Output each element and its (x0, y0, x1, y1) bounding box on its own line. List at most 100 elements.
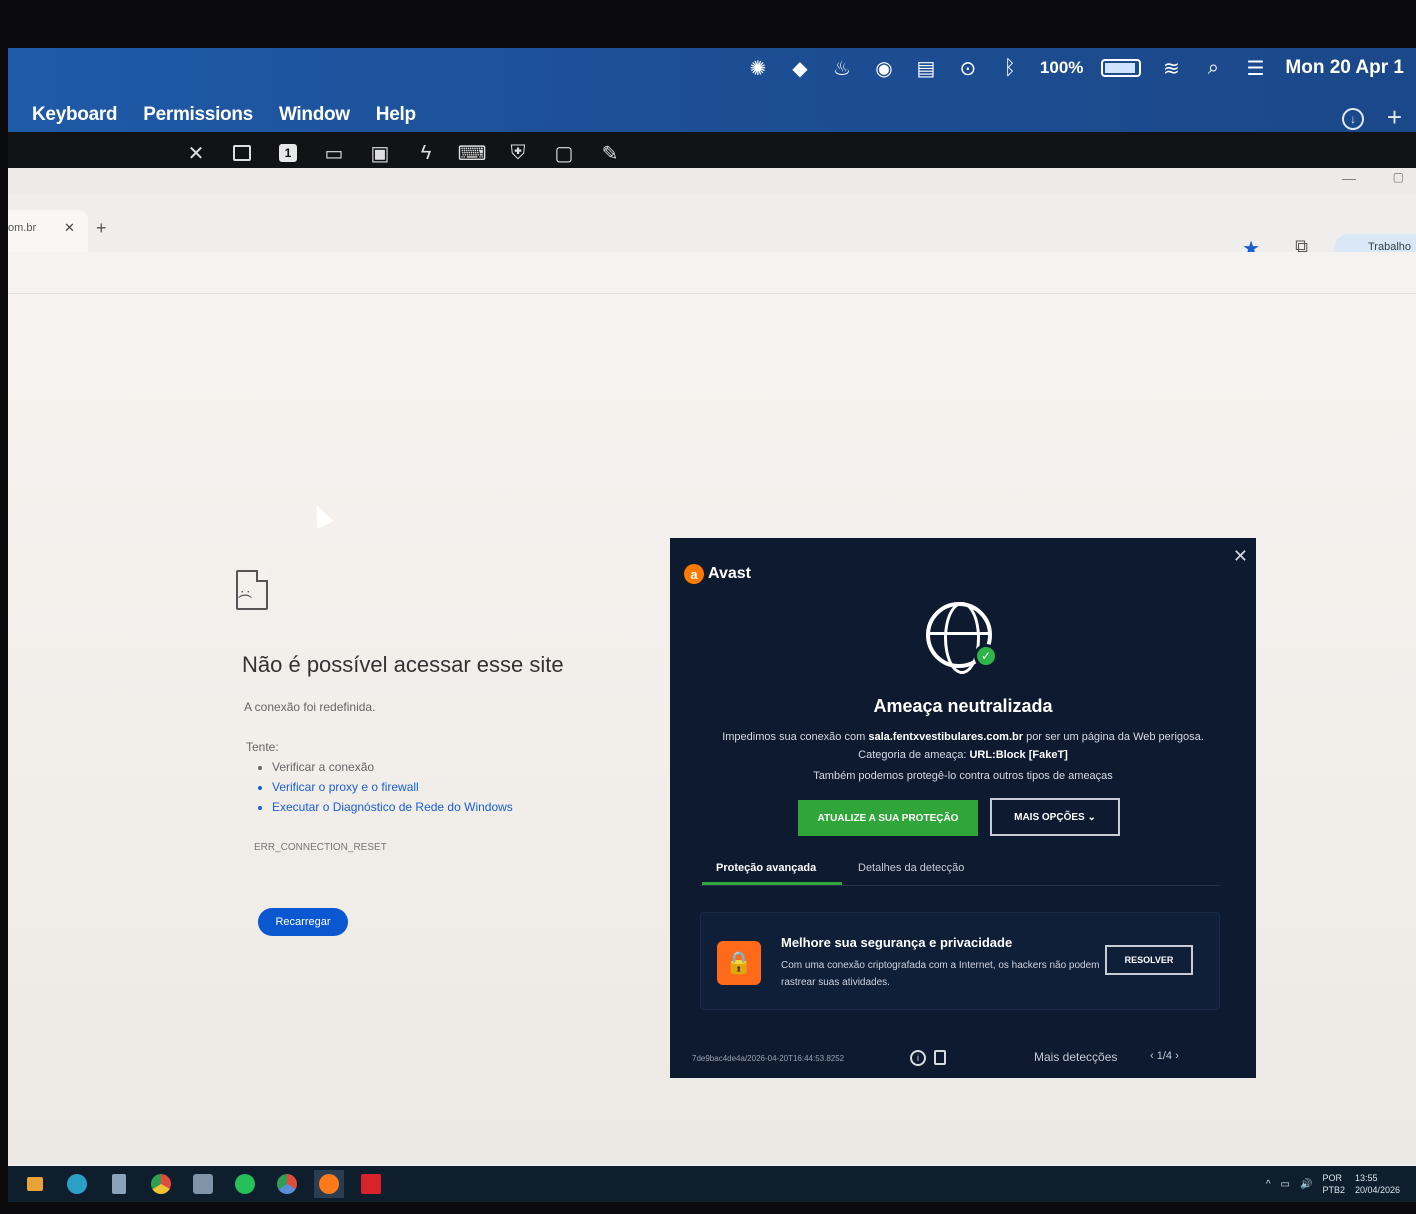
sad-file-icon: :( (236, 570, 268, 610)
pager-value: 1/4 (1156, 1050, 1173, 1062)
download-icon[interactable]: ↓ (1342, 108, 1364, 130)
taskbar-apps (20, 1170, 386, 1198)
battery-icon[interactable] (1101, 59, 1142, 77)
info-icon[interactable]: i (910, 1050, 926, 1066)
sparkle-icon[interactable]: ✺ (746, 56, 770, 80)
tab-detection-details[interactable]: Detalhes da detecção (858, 862, 964, 874)
lang-bottom: PTB2 (1322, 1185, 1345, 1195)
threat-title: Ameaça neutralizada (873, 696, 1053, 716)
lightning-icon[interactable]: ϟ (413, 140, 439, 166)
red-app-icon[interactable] (356, 1170, 386, 1198)
suggestion-list: Verificar a conexão Verificar o proxy e … (272, 760, 513, 820)
search-icon[interactable]: ⌕ (1201, 56, 1225, 80)
mouse-cursor-icon (308, 501, 334, 529)
windows-screen: — ▢ om.br ✕ + ★ ⧉ Trabalho :( Não é poss… (8, 168, 1416, 1166)
resolve-button[interactable]: RESOLVER (1105, 945, 1193, 975)
avast-footer: 7de9bac4de4a/2026-04-20T16:44:53.8252 i … (692, 1050, 1232, 1070)
edge-icon[interactable] (62, 1170, 92, 1198)
maximize-icon[interactable]: ▢ (1393, 170, 1404, 184)
close-icon[interactable]: ✕ (1233, 546, 1248, 567)
battery-percent: 100% (1039, 58, 1084, 77)
tray-arrow-icon[interactable]: ^ (1266, 1179, 1271, 1190)
address-bar-area (8, 252, 1416, 294)
pen-icon[interactable]: ✎ (597, 140, 623, 166)
mac-menu: Keyboard Permissions Window Help (32, 104, 416, 126)
avast-taskbar-icon[interactable] (314, 1170, 344, 1198)
clock-time: 13:55 (1354, 1173, 1378, 1183)
privacy-card: 🔒 Melhore sua segurança e privacidade Co… (700, 912, 1220, 1010)
whatsapp-icon[interactable] (230, 1170, 260, 1198)
reload-button[interactable]: Recarregar (258, 908, 348, 936)
screen-share-icon[interactable]: ▢ (551, 140, 577, 166)
wifi-icon[interactable]: ≋ (1159, 56, 1183, 80)
error-title: Não é possível acessar esse site (242, 652, 564, 677)
menu-permissions[interactable]: Permissions (143, 104, 253, 126)
document-icon[interactable] (229, 140, 255, 166)
chat-icon[interactable]: ▣ (367, 140, 393, 166)
diamond-icon[interactable]: ◆ (788, 56, 812, 80)
vpn-lock-icon: 🔒 (717, 941, 761, 985)
chrome-icon[interactable] (146, 1170, 176, 1198)
status-area: ✺ ◆ ♨ ◉ ▤ ⊙ ᛒ 100% ≋ ⌕ ☰ Mon 20 Apr 1 (746, 56, 1404, 80)
more-detections-label: Mais detecções (1034, 1050, 1118, 1064)
more-options-label: MAIS OPÇÕES (1014, 811, 1085, 823)
threat-description: Impedimos sua conexão com sala.fentxvest… (700, 728, 1226, 764)
file-icon[interactable] (104, 1170, 134, 1198)
close-session-icon[interactable]: ✕ (183, 140, 209, 166)
clock[interactable]: 13:55 20/04/2026 (1355, 1172, 1400, 1196)
keyboard-icon[interactable]: ⌨ (458, 140, 487, 166)
waveform-icon[interactable]: ◉ (872, 56, 896, 80)
menu-help[interactable]: Help (376, 104, 416, 126)
shield-icon[interactable]: ⛨ (505, 140, 531, 166)
suggestion-proxy-firewall-link[interactable]: Verificar o proxy e o firewall (272, 780, 513, 794)
minimize-icon[interactable]: — (1342, 170, 1356, 186)
menu-date[interactable]: Mon 20 Apr 1 (1285, 57, 1404, 79)
clipboard-icon[interactable]: ▤ (914, 56, 938, 80)
monitor-bezel (0, 1202, 1416, 1214)
remote-tools: ✕ 1 ▭ ▣ ϟ ⌨ ⛨ ▢ ✎ (183, 140, 623, 166)
start-icon[interactable] (20, 1170, 50, 1198)
detection-id: 7de9bac4de4a/2026-04-20T16:44:53.8252 (692, 1054, 845, 1063)
windows-taskbar: ^ ▭ 🔊 POR PTB2 13:55 20/04/2026 (8, 1166, 1416, 1202)
avast-brand: a Avast (684, 564, 751, 584)
more-options-button[interactable]: MAIS OPÇÕES ⌄ (990, 798, 1120, 836)
clock-date: 20/04/2026 (1354, 1185, 1400, 1195)
plus-icon[interactable]: + (1387, 102, 1402, 133)
update-protection-button[interactable]: ATUALIZE A SUA PROTEÇÃO (798, 800, 978, 836)
copy-icon[interactable] (934, 1050, 946, 1065)
play-circle-icon[interactable]: ⊙ (956, 56, 980, 80)
monitor-number-icon[interactable]: 1 (275, 140, 301, 166)
network-icon[interactable]: ▭ (1281, 1179, 1290, 1190)
tab-title: om.br (8, 222, 37, 234)
window-titlebar: — ▢ (8, 168, 1416, 194)
avast-popup: ✕ a Avast ✓ Ameaça neutralizada Impedimo… (670, 538, 1256, 1078)
tab-close-icon[interactable]: ✕ (64, 220, 75, 236)
menu-keyboard[interactable]: Keyboard (32, 104, 118, 126)
blocked-domain: sala.fentxvestibulares.com.br (868, 731, 1024, 743)
language-indicator[interactable]: POR PTB2 (1322, 1172, 1345, 1196)
folder-icon[interactable] (188, 1170, 218, 1198)
threat-category: URL:Block [FakeT] (969, 749, 1068, 761)
card-text: Com uma conexão criptografada com a Inte… (781, 960, 1100, 988)
suggestion-diagnostics-link[interactable]: Executar o Diagnóstico de Rede do Window… (272, 800, 513, 814)
display-icon[interactable]: ▭ (321, 140, 347, 166)
chrome-profile-icon[interactable] (272, 1170, 302, 1198)
bluetooth-icon[interactable]: ᛒ (998, 56, 1022, 80)
chevron-down-icon: ⌄ (1087, 811, 1096, 823)
system-tray: ^ ▭ 🔊 POR PTB2 13:55 20/04/2026 (1266, 1172, 1400, 1196)
card-title: Melhore sua segurança e privacidade (781, 935, 1013, 950)
error-subtitle: A conexão foi redefinida. (244, 700, 376, 714)
desc-prefix: Impedimos sua conexão com (722, 731, 869, 743)
avast-name: Avast (708, 565, 751, 582)
browser-tab[interactable]: om.br ✕ (8, 210, 88, 252)
flame-icon[interactable]: ♨ (830, 56, 854, 80)
tab-advanced-protection[interactable]: Proteção avançada (701, 862, 843, 885)
new-tab-icon[interactable]: + (96, 218, 107, 239)
avast-logo-icon: a (684, 564, 704, 584)
control-center-icon[interactable]: ☰ (1243, 56, 1267, 80)
volume-icon[interactable]: 🔊 (1300, 1179, 1312, 1190)
detection-pager[interactable]: ‹ 1/4 › (1150, 1050, 1179, 1062)
avast-tabs: Proteção avançada Detalhes da detecção (700, 856, 1220, 886)
tab-strip: om.br ✕ + ★ ⧉ Trabalho (8, 194, 1416, 264)
menu-window[interactable]: Window (279, 104, 350, 126)
